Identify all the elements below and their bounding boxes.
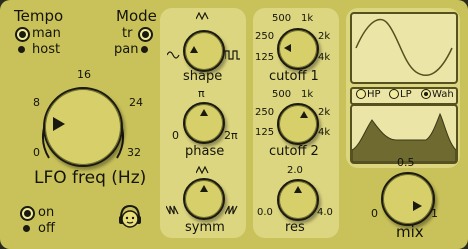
cutoff1-pointer xyxy=(284,44,291,52)
filter-response-graph xyxy=(352,112,456,162)
res-tick-0: 0.0 xyxy=(257,207,273,218)
lfo-freq-knob[interactable] xyxy=(43,87,123,167)
tempo-man-label[interactable]: man xyxy=(32,27,61,40)
shape-knob[interactable] xyxy=(183,30,225,72)
filter-lp-radio[interactable] xyxy=(389,89,399,99)
mode-tr-radio[interactable] xyxy=(138,27,153,42)
lfo-freq-tick-8: 8 xyxy=(33,96,40,109)
cutoff1-tick-125: 125 xyxy=(255,52,275,63)
symm-ramp-up-icon xyxy=(225,205,238,215)
cutoff1-knob[interactable] xyxy=(277,28,319,70)
cutoff1-label: cutoff 1 xyxy=(269,69,319,84)
filter-lp-label[interactable]: LP xyxy=(400,90,412,100)
cutoff2-tick-1k: 1k xyxy=(301,89,314,100)
shape-triangle-icon xyxy=(196,12,209,20)
lfo-freq-tick-24: 24 xyxy=(129,96,143,109)
symm-label: symm xyxy=(185,220,225,235)
cutoff1-tick-500: 500 xyxy=(272,13,292,24)
shape-label: shape xyxy=(183,69,223,84)
lfo-waveform-display xyxy=(350,12,458,84)
symm-knob[interactable] xyxy=(183,178,225,220)
shape-sine-icon xyxy=(167,51,180,59)
mix-tick-half: 0.5 xyxy=(397,156,415,169)
cutoff2-tick-4k: 4k xyxy=(318,127,331,138)
symm-ramp-down-icon xyxy=(166,205,179,215)
power-on-radio[interactable] xyxy=(20,206,35,221)
phase-label: phase xyxy=(185,144,225,159)
cutoff2-pointer xyxy=(300,111,308,118)
tempo-host-dot[interactable] xyxy=(18,46,25,53)
cutoff2-tick-500: 500 xyxy=(272,89,292,100)
symm-triangle-icon xyxy=(196,166,209,174)
cutoff2-knob[interactable] xyxy=(277,103,319,145)
mode-pan-dot[interactable] xyxy=(141,46,148,53)
headphones-face-logo xyxy=(119,204,141,228)
shape-pointer xyxy=(190,46,198,53)
lfo-freq-label: LFO freq (Hz) xyxy=(34,168,147,188)
shape-square-icon xyxy=(225,50,240,60)
cutoff2-tick-250: 250 xyxy=(255,107,275,118)
cutoff1-tick-250: 250 xyxy=(255,31,275,42)
mix-knob[interactable] xyxy=(381,172,435,226)
mix-pointer xyxy=(413,201,422,211)
filter-hp-radio[interactable] xyxy=(356,89,366,99)
mode-tr-label[interactable]: tr xyxy=(122,27,132,40)
filter-wah-label[interactable]: Wah xyxy=(432,90,454,100)
res-knob[interactable] xyxy=(277,179,319,221)
cutoff2-label: cutoff 2 xyxy=(269,144,319,159)
res-tick-2: 2.0 xyxy=(287,165,303,176)
mix-label: mix xyxy=(396,223,424,241)
tempo-title: Tempo xyxy=(14,7,64,25)
tempo-man-radio[interactable] xyxy=(15,27,30,42)
sine-wave-graph xyxy=(355,18,453,77)
cutoff1-tick-4k: 4k xyxy=(318,52,331,63)
lfo-freq-tick-0: 0 xyxy=(33,146,40,159)
mode-pan-label[interactable]: pan xyxy=(114,43,138,56)
phase-tick-2pi: 2π xyxy=(224,129,238,142)
phase-pointer xyxy=(200,109,208,116)
plugin-window: Tempo man host Mode tr pan 0 8 16 24 32 … xyxy=(0,0,468,249)
res-pointer xyxy=(294,186,302,193)
res-label: res xyxy=(285,220,305,235)
symm-pointer xyxy=(200,185,208,192)
lfo-freq-tick-32: 32 xyxy=(127,146,141,159)
cutoff1-tick-2k: 2k xyxy=(318,31,331,42)
cutoff1-tick-1k: 1k xyxy=(301,13,314,24)
filter-hp-label[interactable]: HP xyxy=(367,90,381,100)
res-tick-4: 4.0 xyxy=(317,207,333,218)
mode-title: Mode xyxy=(116,7,157,25)
phase-tick-0: 0 xyxy=(172,129,179,142)
cutoff2-tick-125: 125 xyxy=(255,127,275,138)
power-on-label[interactable]: on xyxy=(38,206,54,219)
phase-knob[interactable] xyxy=(183,102,225,144)
cutoff2-tick-2k: 2k xyxy=(318,107,331,118)
mix-tick-0: 0 xyxy=(371,207,378,220)
power-off-label[interactable]: off xyxy=(38,222,55,235)
tempo-host-label[interactable]: host xyxy=(32,43,60,56)
lfo-freq-tick-16: 16 xyxy=(77,68,91,81)
filter-response-display xyxy=(350,104,458,164)
phase-tick-pi: π xyxy=(198,87,205,100)
power-off-dot[interactable] xyxy=(23,225,30,232)
filter-wah-radio[interactable] xyxy=(421,89,431,99)
lfo-freq-pointer xyxy=(53,117,65,131)
